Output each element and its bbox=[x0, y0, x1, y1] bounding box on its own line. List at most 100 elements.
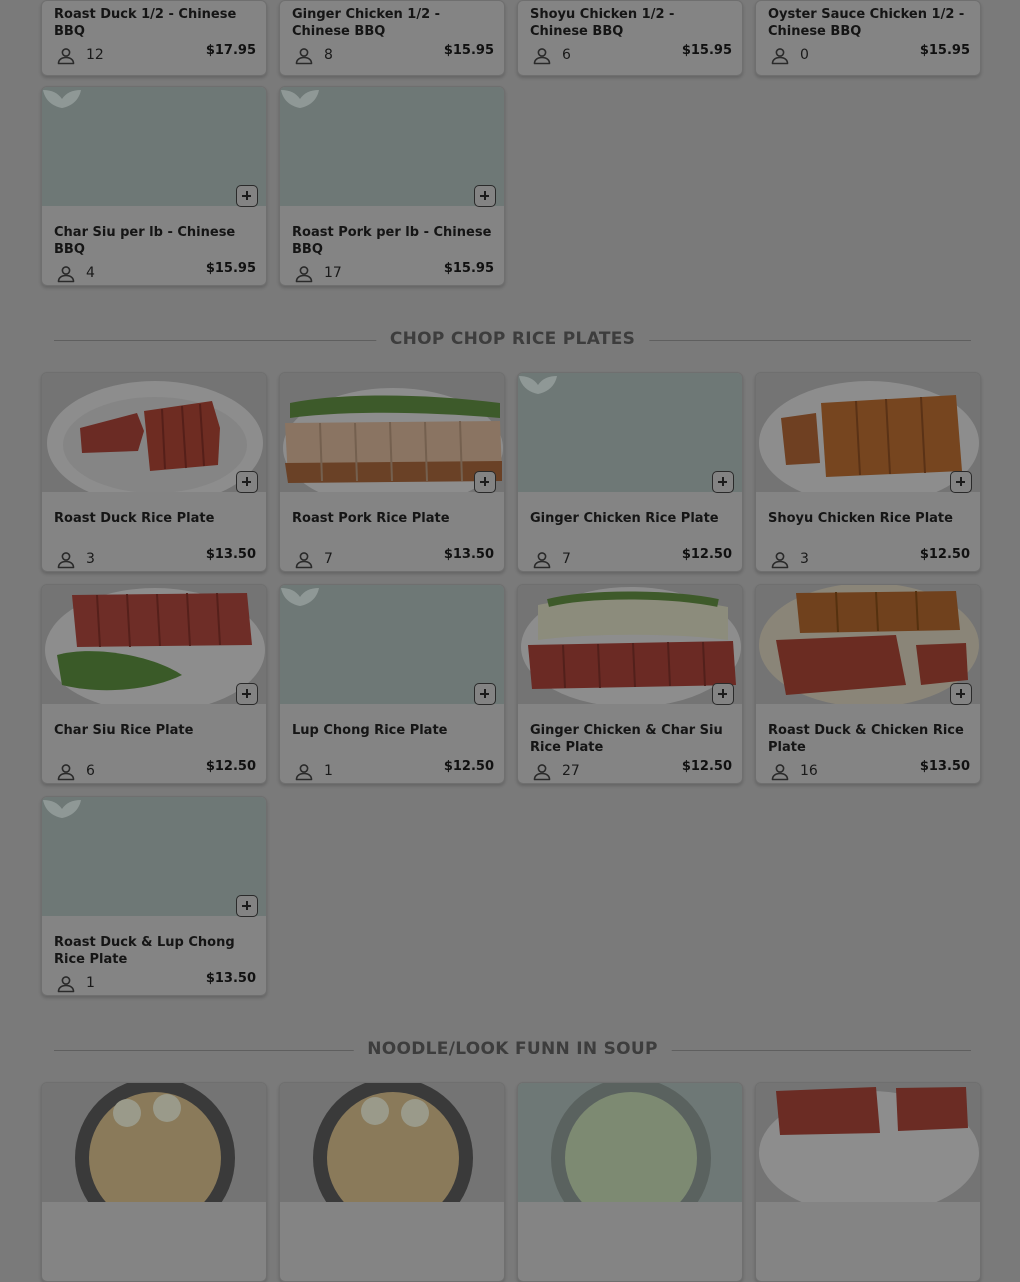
person-icon bbox=[771, 764, 789, 781]
item-price: $12.50 bbox=[681, 547, 732, 562]
menu-item-card[interactable]: Char Siu Rice Plate 6 $12.50 bbox=[41, 584, 267, 784]
order-count-value: 1 bbox=[324, 763, 333, 779]
menu-page: Roast Duck 1/2 - Chinese BBQ 12 $17.95 G… bbox=[0, 0, 1020, 1282]
menu-item-card[interactable]: Shoyu Chicken Rice Plate 3 $12.50 bbox=[755, 372, 981, 572]
item-price: $13.50 bbox=[205, 971, 256, 986]
person-icon bbox=[533, 764, 551, 781]
add-to-cart-icon[interactable] bbox=[236, 895, 258, 917]
menu-item-card[interactable]: Oyster Sauce Chicken 1/2 - Chinese BBQ 0… bbox=[755, 0, 981, 76]
section-title: NOODLE/LOOK FUNN IN SOUP bbox=[353, 1039, 672, 1059]
item-name: Shoyu Chicken 1/2 - Chinese BBQ bbox=[530, 7, 675, 39]
item-price: $12.50 bbox=[443, 759, 494, 774]
item-name: Lup Chong Rice Plate bbox=[292, 723, 448, 738]
order-count-value: 12 bbox=[86, 47, 104, 63]
menu-item-card[interactable]: Roast Duck Rice Plate 3 $13.50 bbox=[41, 372, 267, 572]
item-price: $13.50 bbox=[205, 547, 256, 562]
person-icon bbox=[295, 48, 313, 65]
order-count-value: 7 bbox=[562, 551, 571, 567]
person-icon bbox=[295, 266, 313, 283]
add-to-cart-icon[interactable] bbox=[236, 683, 258, 705]
add-to-cart-icon[interactable] bbox=[474, 185, 496, 207]
menu-item-card[interactable]: Roast Pork per lb - Chinese BBQ 17 $15.9… bbox=[279, 86, 505, 286]
item-price: $12.50 bbox=[919, 547, 970, 562]
item-image bbox=[518, 585, 742, 704]
menu-item-card[interactable]: Char Siu per lb - Chinese BBQ 4 $15.95 bbox=[41, 86, 267, 286]
menu-item-card[interactable]: Lup Chong Rice Plate 1 $12.50 bbox=[279, 584, 505, 784]
item-image-placeholder bbox=[42, 87, 266, 206]
item-name: Roast Duck Rice Plate bbox=[54, 511, 215, 526]
add-to-cart-icon[interactable] bbox=[236, 471, 258, 493]
person-icon bbox=[57, 48, 75, 65]
person-icon bbox=[295, 552, 313, 569]
item-name: Roast Duck 1/2 - Chinese BBQ bbox=[54, 7, 237, 39]
order-count-value: 1 bbox=[86, 975, 95, 991]
person-icon bbox=[57, 552, 75, 569]
item-price: $15.95 bbox=[205, 261, 256, 276]
section-header-noodle-soup: NOODLE/LOOK FUNN IN SOUP bbox=[54, 1039, 971, 1061]
add-to-cart-icon[interactable] bbox=[712, 683, 734, 705]
menu-item-card[interactable]: Roast Duck & Lup Chong Rice Plate 1 $13.… bbox=[41, 796, 267, 996]
person-icon bbox=[771, 48, 789, 65]
item-name: Oyster Sauce Chicken 1/2 - Chinese BBQ bbox=[768, 7, 965, 39]
item-name: Ginger Chicken & Char Siu Rice Plate bbox=[530, 723, 723, 755]
order-count-value: 27 bbox=[562, 763, 580, 779]
item-name: Ginger Chicken 1/2 - Chinese BBQ bbox=[292, 7, 441, 39]
placeholder-logo-icon bbox=[519, 376, 557, 394]
item-price: $17.95 bbox=[205, 43, 256, 58]
order-count-value: 0 bbox=[800, 47, 809, 63]
item-price: $15.95 bbox=[443, 43, 494, 58]
add-to-cart-icon[interactable] bbox=[474, 471, 496, 493]
item-price: $13.50 bbox=[443, 547, 494, 562]
item-name: Roast Pork per lb - Chinese BBQ bbox=[292, 225, 492, 257]
item-image-placeholder bbox=[280, 87, 504, 206]
item-name: Roast Duck & Chicken Rice Plate bbox=[768, 723, 964, 755]
person-icon bbox=[57, 976, 75, 993]
order-count-value: 7 bbox=[324, 551, 333, 567]
section-header-rice-plates: CHOP CHOP RICE PLATES bbox=[54, 329, 971, 351]
item-name: Roast Pork Rice Plate bbox=[292, 511, 450, 526]
menu-item-card[interactable] bbox=[279, 1082, 505, 1282]
menu-item-card[interactable]: Ginger Chicken & Char Siu Rice Plate 27 … bbox=[517, 584, 743, 784]
order-count-value: 8 bbox=[324, 47, 333, 63]
menu-item-card[interactable] bbox=[755, 1082, 981, 1282]
item-price: $15.95 bbox=[443, 261, 494, 276]
menu-item-card[interactable]: Ginger Chicken Rice Plate 7 $12.50 bbox=[517, 372, 743, 572]
item-price: $12.50 bbox=[681, 759, 732, 774]
menu-item-card[interactable]: Roast Pork Rice Plate 7 $13.50 bbox=[279, 372, 505, 572]
item-image-placeholder bbox=[280, 585, 504, 704]
add-to-cart-icon[interactable] bbox=[236, 185, 258, 207]
add-to-cart-icon[interactable] bbox=[712, 471, 734, 493]
placeholder-logo-icon bbox=[281, 588, 319, 606]
item-price: $15.95 bbox=[919, 43, 970, 58]
item-image bbox=[756, 373, 980, 492]
placeholder-logo-icon bbox=[281, 90, 319, 108]
person-icon bbox=[771, 552, 789, 569]
order-count-value: 6 bbox=[86, 763, 95, 779]
menu-item-card[interactable]: Shoyu Chicken 1/2 - Chinese BBQ 6 $15.95 bbox=[517, 0, 743, 76]
item-image bbox=[42, 1083, 266, 1202]
order-count-value: 17 bbox=[324, 265, 342, 281]
item-image bbox=[42, 373, 266, 492]
add-to-cart-icon[interactable] bbox=[474, 683, 496, 705]
add-to-cart-icon[interactable] bbox=[950, 471, 972, 493]
item-price: $15.95 bbox=[681, 43, 732, 58]
item-price: $12.50 bbox=[205, 759, 256, 774]
item-image bbox=[280, 1083, 504, 1202]
add-to-cart-icon[interactable] bbox=[950, 683, 972, 705]
item-image bbox=[756, 1083, 980, 1202]
person-icon bbox=[57, 764, 75, 781]
menu-item-card[interactable] bbox=[41, 1082, 267, 1282]
menu-item-card[interactable]: Roast Duck 1/2 - Chinese BBQ 12 $17.95 bbox=[41, 0, 267, 76]
menu-item-card[interactable]: Roast Duck & Chicken Rice Plate 16 $13.5… bbox=[755, 584, 981, 784]
item-image-placeholder bbox=[518, 373, 742, 492]
menu-item-card[interactable] bbox=[517, 1082, 743, 1282]
item-name: Shoyu Chicken Rice Plate bbox=[768, 511, 953, 526]
person-icon bbox=[295, 764, 313, 781]
placeholder-logo-icon bbox=[43, 800, 81, 818]
section-title: CHOP CHOP RICE PLATES bbox=[375, 329, 650, 349]
menu-item-card[interactable]: Ginger Chicken 1/2 - Chinese BBQ 8 $15.9… bbox=[279, 0, 505, 76]
person-icon bbox=[533, 552, 551, 569]
item-name: Roast Duck & Lup Chong Rice Plate bbox=[54, 935, 235, 967]
item-image bbox=[42, 585, 266, 704]
item-image-placeholder bbox=[42, 797, 266, 916]
